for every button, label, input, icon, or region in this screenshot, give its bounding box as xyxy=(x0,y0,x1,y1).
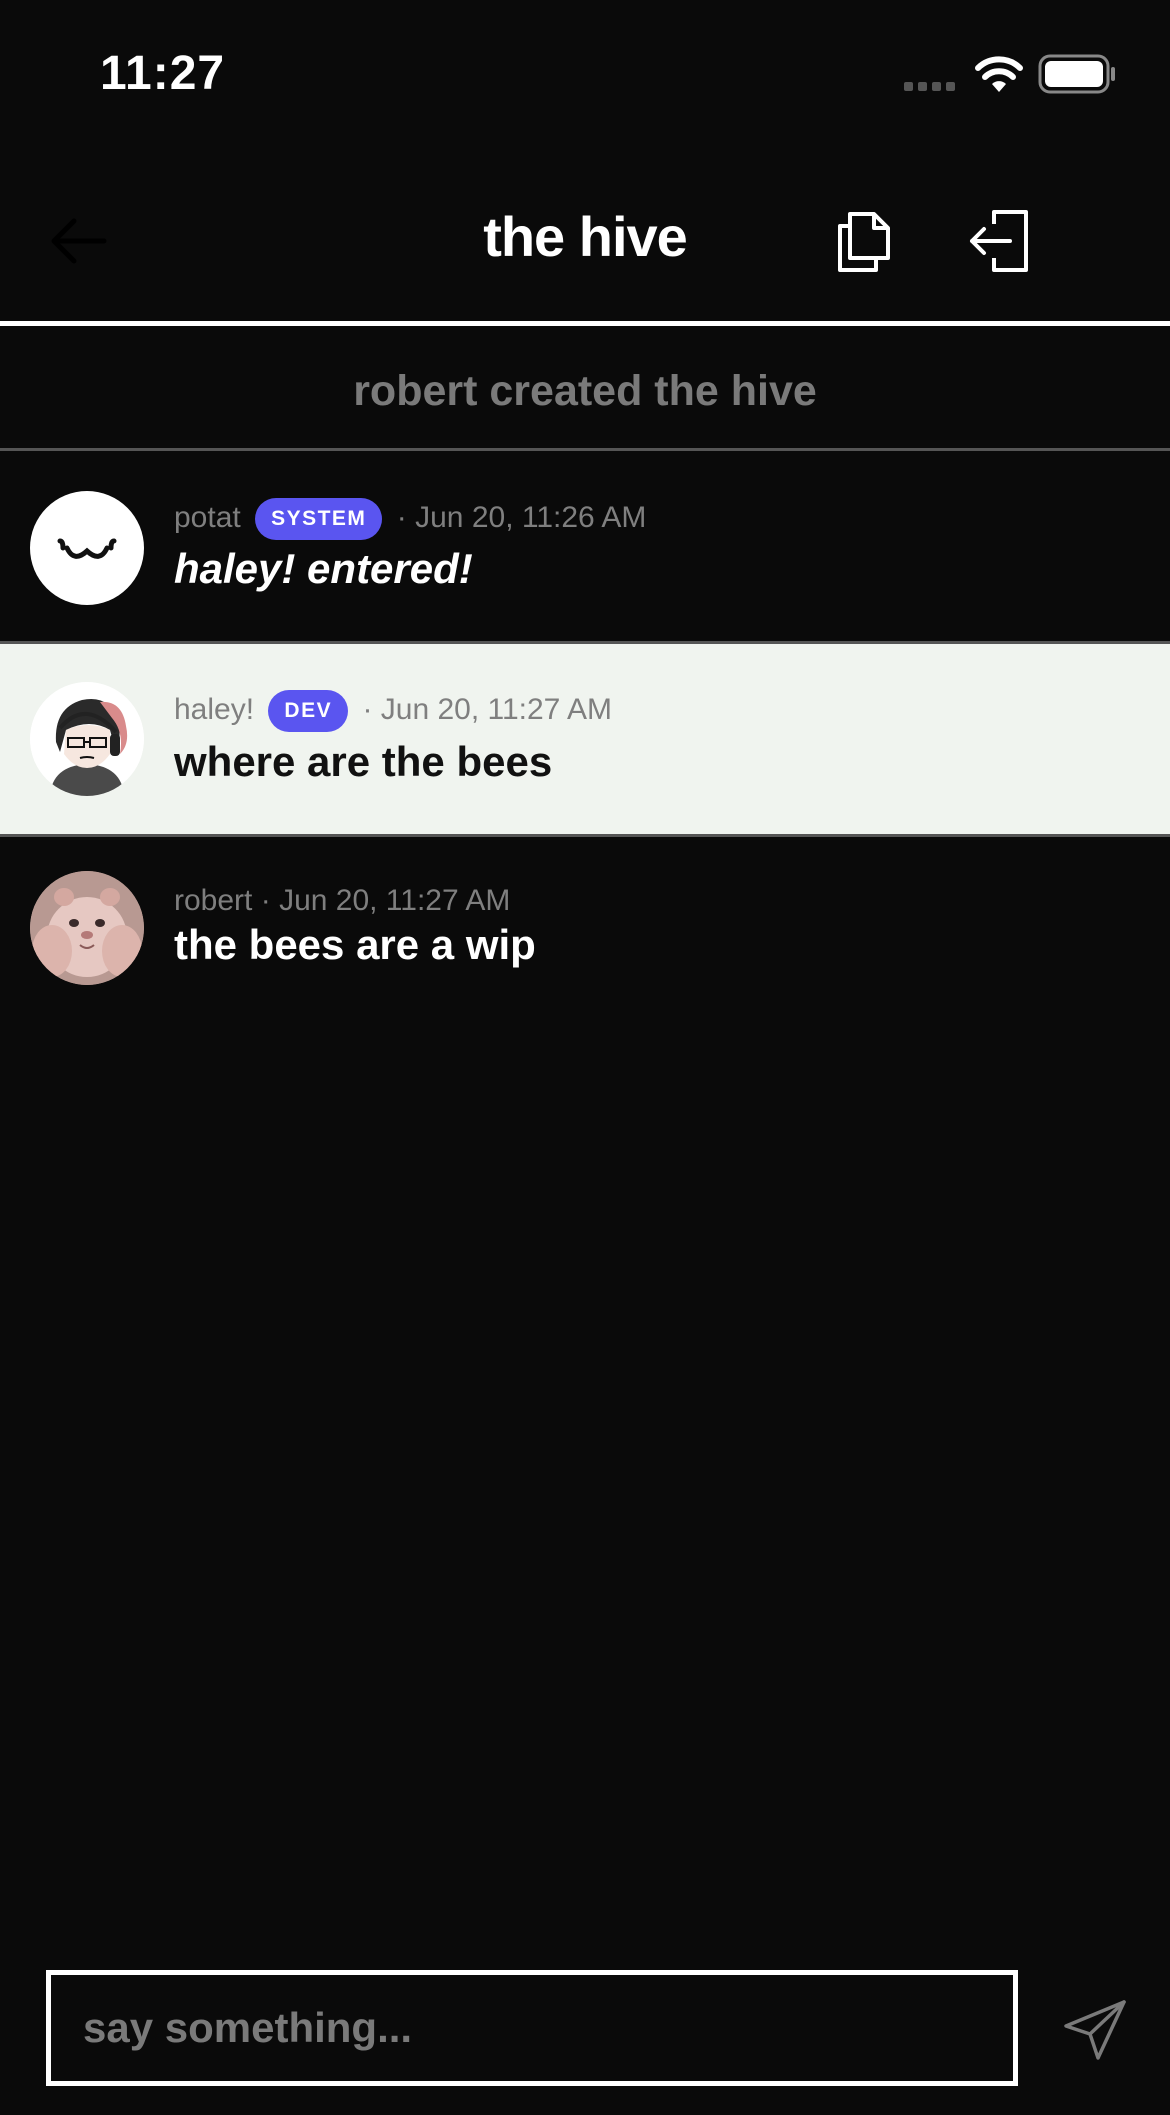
copy-document-icon xyxy=(838,212,890,272)
message-text: haley! entered! xyxy=(174,545,473,592)
avatar[interactable] xyxy=(30,682,144,796)
send-button[interactable] xyxy=(1060,1996,1130,2066)
message-row[interactable]: robert · Jun 20, 11:27 AM the bees are a… xyxy=(0,837,1170,1017)
header: the hive xyxy=(0,150,1170,326)
message-author: haley! xyxy=(174,693,255,726)
message-author: robert xyxy=(174,884,253,917)
message-row[interactable]: haley! DEV · Jun 20, 11:27 AM where are … xyxy=(0,644,1170,837)
drawn-character-avatar xyxy=(30,682,144,796)
role-badge: DEV xyxy=(268,690,349,733)
message-meta: robert · Jun 20, 11:27 AM xyxy=(174,879,510,923)
leave-door-icon xyxy=(970,210,1028,272)
smiley-face-avatar xyxy=(57,538,117,559)
avatar[interactable] xyxy=(30,491,144,605)
copy-button[interactable] xyxy=(828,206,898,276)
message-meta: potat SYSTEM · Jun 20, 11:26 AM xyxy=(174,496,647,541)
message-input[interactable] xyxy=(51,1975,1013,2081)
meta-separator: · xyxy=(396,501,407,534)
paper-plane-icon xyxy=(1064,2000,1126,2060)
status-time: 11:27 xyxy=(100,47,226,100)
meta-separator: · xyxy=(362,693,373,726)
battery-icon xyxy=(1038,54,1115,94)
message-timestamp: Jun 20, 11:27 AM xyxy=(380,693,613,726)
role-badge: SYSTEM xyxy=(255,498,383,541)
status-bar: 11:27 xyxy=(0,0,1170,150)
message-row[interactable]: potat SYSTEM · Jun 20, 11:26 AM haley! e… xyxy=(0,451,1170,644)
message-text: the bees are a wip xyxy=(174,921,536,968)
leave-button[interactable] xyxy=(966,206,1036,276)
message-timestamp: Jun 20, 11:27 AM xyxy=(279,884,511,917)
message-composer[interactable] xyxy=(46,1970,1018,2086)
wifi-icon xyxy=(975,56,1023,92)
system-notice: robert created the hive xyxy=(0,331,1170,451)
cellular-signal-icon xyxy=(904,82,955,91)
hamster-photo-avatar xyxy=(30,871,144,985)
message-author: potat xyxy=(174,501,241,534)
meta-separator: · xyxy=(260,884,271,917)
message-meta: haley! DEV · Jun 20, 11:27 AM xyxy=(174,688,613,733)
avatar[interactable] xyxy=(30,871,144,985)
message-timestamp: Jun 20, 11:26 AM xyxy=(415,501,647,534)
message-text: where are the bees xyxy=(174,738,553,785)
